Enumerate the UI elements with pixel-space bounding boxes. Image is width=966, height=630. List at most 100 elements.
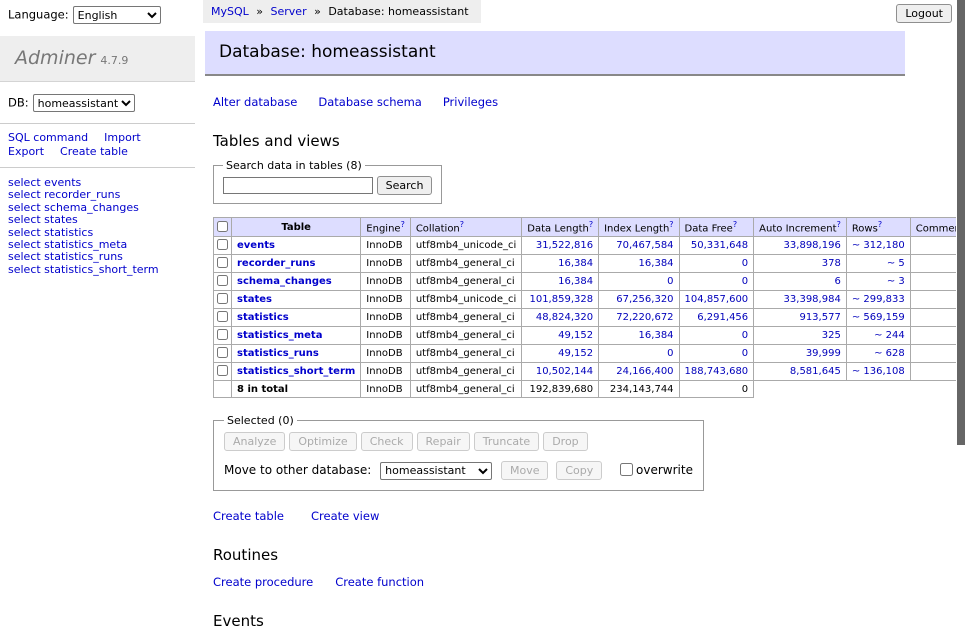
cell-index-length[interactable]: 72,220,672 bbox=[599, 309, 679, 327]
table-link-statistics_short_term[interactable]: statistics_short_term bbox=[237, 366, 355, 377]
overwrite-checkbox[interactable] bbox=[620, 463, 633, 476]
column-header-rows: Rows? bbox=[846, 218, 910, 237]
sidebar-select-states[interactable]: select states bbox=[8, 214, 187, 226]
vertical-scrollbar[interactable] bbox=[956, 0, 966, 543]
cell-auto-increment[interactable]: 378 bbox=[754, 255, 847, 273]
cell-data-length[interactable]: 31,522,816 bbox=[522, 237, 599, 255]
cell-index-length[interactable]: 0 bbox=[599, 345, 679, 363]
row-checkbox[interactable] bbox=[217, 365, 228, 376]
cell-index-length[interactable]: 70,467,584 bbox=[599, 237, 679, 255]
row-checkbox[interactable] bbox=[217, 311, 228, 322]
cell-rows[interactable]: ~ 3 bbox=[846, 273, 910, 291]
cell-auto-increment[interactable]: 8,581,645 bbox=[754, 363, 847, 381]
cell-data-free[interactable]: 0 bbox=[679, 273, 754, 291]
cell-rows[interactable]: ~ 312,180 bbox=[846, 237, 910, 255]
repair-button[interactable]: Repair bbox=[417, 432, 470, 451]
row-checkbox[interactable] bbox=[217, 257, 228, 268]
cell-rows[interactable]: ~ 244 bbox=[846, 327, 910, 345]
help-link[interactable]: ? bbox=[669, 220, 673, 229]
sidebar-action-sql-command[interactable]: SQL command bbox=[8, 131, 88, 144]
row-checkbox[interactable] bbox=[217, 275, 228, 286]
create-function-link[interactable]: Create function bbox=[335, 575, 424, 589]
cell-auto-increment[interactable]: 6 bbox=[754, 273, 847, 291]
cell-data-length[interactable]: 49,152 bbox=[522, 345, 599, 363]
cell-data-length[interactable]: 48,824,320 bbox=[522, 309, 599, 327]
sidebar-select-statistics_runs[interactable]: select statistics_runs bbox=[8, 251, 187, 263]
help-link[interactable]: ? bbox=[837, 220, 841, 229]
copy-button[interactable]: Copy bbox=[556, 461, 602, 480]
cell-data-length[interactable]: 16,384 bbox=[522, 255, 599, 273]
cell-data-free[interactable]: 0 bbox=[679, 345, 754, 363]
truncate-button[interactable]: Truncate bbox=[474, 432, 539, 451]
table-link-statistics_runs[interactable]: statistics_runs bbox=[237, 348, 319, 359]
create-procedure-link[interactable]: Create procedure bbox=[213, 575, 313, 589]
help-link[interactable]: ? bbox=[733, 220, 737, 229]
cell-auto-increment[interactable]: 39,999 bbox=[754, 345, 847, 363]
sidebar-action-export[interactable]: Export bbox=[8, 145, 44, 158]
cell-data-free[interactable]: 104,857,600 bbox=[679, 291, 754, 309]
create-table-link[interactable]: Create table bbox=[213, 509, 284, 523]
cell-index-length[interactable]: 24,166,400 bbox=[599, 363, 679, 381]
select-all-checkbox[interactable] bbox=[217, 221, 228, 232]
row-checkbox[interactable] bbox=[217, 293, 228, 304]
table-link-schema_changes[interactable]: schema_changes bbox=[237, 276, 332, 287]
search-button[interactable]: Search bbox=[377, 176, 433, 195]
database-schema-link[interactable]: Database schema bbox=[318, 95, 421, 109]
cell-auto-increment[interactable]: 33,398,984 bbox=[754, 291, 847, 309]
alter-database-link[interactable]: Alter database bbox=[213, 95, 297, 109]
cell-index-length[interactable]: 0 bbox=[599, 273, 679, 291]
cell-index-length[interactable]: 67,256,320 bbox=[599, 291, 679, 309]
create-view-link[interactable]: Create view bbox=[311, 509, 379, 523]
cell-rows[interactable]: ~ 628 bbox=[846, 345, 910, 363]
table-link-states[interactable]: states bbox=[237, 294, 272, 305]
sidebar-action-import[interactable]: Import bbox=[104, 131, 141, 144]
cell-auto-increment[interactable]: 913,577 bbox=[754, 309, 847, 327]
breadcrumb-item[interactable]: MySQL bbox=[211, 5, 249, 18]
cell-rows[interactable]: ~ 569,159 bbox=[846, 309, 910, 327]
cell-data-free[interactable]: 0 bbox=[679, 327, 754, 345]
privileges-link[interactable]: Privileges bbox=[443, 95, 498, 109]
cell-data-length[interactable]: 10,502,144 bbox=[522, 363, 599, 381]
language-select[interactable]: English bbox=[73, 6, 161, 24]
breadcrumb-item[interactable]: Server bbox=[271, 5, 307, 18]
sidebar-select-recorder_runs[interactable]: select recorder_runs bbox=[8, 189, 187, 201]
logout-button[interactable]: Logout bbox=[896, 4, 952, 23]
cell-index-length[interactable]: 16,384 bbox=[599, 327, 679, 345]
table-link-events[interactable]: events bbox=[237, 240, 275, 251]
check-button[interactable]: Check bbox=[361, 432, 413, 451]
help-link[interactable]: ? bbox=[589, 220, 593, 229]
row-checkbox[interactable] bbox=[217, 239, 228, 250]
scrollbar-thumb[interactable] bbox=[957, 0, 965, 445]
cell-rows[interactable]: ~ 299,833 bbox=[846, 291, 910, 309]
cell-data-length[interactable]: 16,384 bbox=[522, 273, 599, 291]
move-db-select[interactable]: homeassistant bbox=[380, 462, 492, 480]
analyze-button[interactable]: Analyze bbox=[224, 432, 285, 451]
cell-data-free[interactable]: 6,291,456 bbox=[679, 309, 754, 327]
total-select-cell bbox=[214, 381, 232, 398]
move-button[interactable]: Move bbox=[501, 461, 549, 480]
db-select[interactable]: homeassistant bbox=[33, 94, 135, 112]
help-link[interactable]: ? bbox=[878, 220, 882, 229]
cell-data-length[interactable]: 101,859,328 bbox=[522, 291, 599, 309]
table-link-statistics_meta[interactable]: statistics_meta bbox=[237, 330, 322, 341]
table-link-recorder_runs[interactable]: recorder_runs bbox=[237, 258, 315, 269]
sidebar-select-statistics_short_term[interactable]: select statistics_short_term bbox=[8, 264, 187, 276]
row-checkbox[interactable] bbox=[217, 347, 228, 358]
cell-data-free[interactable]: 50,331,648 bbox=[679, 237, 754, 255]
cell-data-length[interactable]: 49,152 bbox=[522, 327, 599, 345]
help-link[interactable]: ? bbox=[401, 220, 405, 229]
drop-button[interactable]: Drop bbox=[543, 432, 587, 451]
table-link-statistics[interactable]: statistics bbox=[237, 312, 289, 323]
cell-data-free[interactable]: 188,743,680 bbox=[679, 363, 754, 381]
row-checkbox[interactable] bbox=[217, 329, 228, 340]
cell-auto-increment[interactable]: 33,898,196 bbox=[754, 237, 847, 255]
cell-rows[interactable]: ~ 5 bbox=[846, 255, 910, 273]
search-input[interactable] bbox=[223, 177, 373, 194]
help-link[interactable]: ? bbox=[460, 220, 464, 229]
optimize-button[interactable]: Optimize bbox=[289, 432, 356, 451]
cell-auto-increment[interactable]: 325 bbox=[754, 327, 847, 345]
sidebar-action-create-table[interactable]: Create table bbox=[60, 145, 128, 158]
cell-index-length[interactable]: 16,384 bbox=[599, 255, 679, 273]
cell-data-free[interactable]: 0 bbox=[679, 255, 754, 273]
cell-rows[interactable]: ~ 136,108 bbox=[846, 363, 910, 381]
